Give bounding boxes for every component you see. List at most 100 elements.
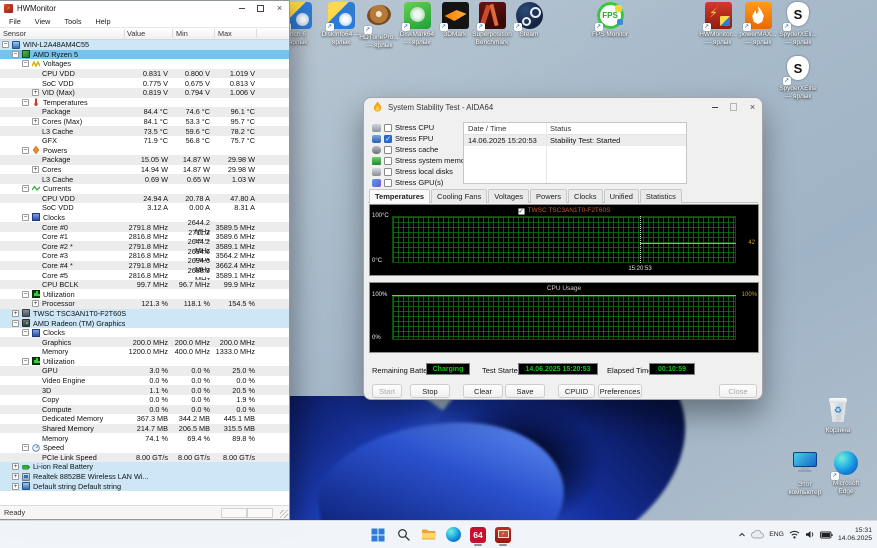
menu-item-view[interactable]: View <box>28 17 58 26</box>
expander-expanded-icon[interactable]: − <box>22 291 29 298</box>
sensor-row[interactable]: Package15.05 W14.87 W29.98 W <box>0 155 289 165</box>
device-row[interactable]: +TWSC TSC3AN1T0-F2T60S <box>0 309 289 319</box>
column-header-value[interactable]: Value <box>127 29 145 38</box>
sensor-row[interactable]: Package84.4 °C74.6 °C96.1 °C <box>0 107 289 117</box>
preferences-button[interactable]: Preferences <box>598 384 642 398</box>
tab-voltages[interactable]: Voltages <box>488 189 529 203</box>
tray-wifi-icon[interactable] <box>789 530 800 539</box>
tab-unified[interactable]: Unified <box>604 189 639 203</box>
tray-volume-icon[interactable] <box>805 530 815 539</box>
sensor-row[interactable]: PCIe Link Speed8.00 GT/s8.00 GT/s8.00 GT… <box>0 453 289 463</box>
tray-weather-cloud-icon[interactable] <box>751 530 764 539</box>
column-header-max[interactable]: Max <box>218 29 232 38</box>
sensor-row[interactable]: Memory74.1 %69.4 %89.8 % <box>0 433 289 443</box>
sensor-row[interactable]: SoC VDD0.775 V0.675 V0.813 V <box>0 78 289 88</box>
device-row[interactable]: −AMD Ryzen 5 <box>0 50 289 60</box>
sensor-row[interactable]: CPU BCLK99.7 MHz96.7 MHz99.9 MHz <box>0 280 289 290</box>
category-row[interactable]: −Speed <box>0 443 289 453</box>
sensor-row[interactable]: Core #02791.8 MHz2644.2 MHz3589.5 MHz <box>0 222 289 232</box>
expander-collapsed-icon[interactable]: + <box>12 483 19 490</box>
aida64-titlebar[interactable]: System Stability Test - AIDA64 × <box>364 98 762 116</box>
expander-collapsed-icon[interactable]: + <box>12 463 19 470</box>
expander-collapsed-icon[interactable]: + <box>12 310 19 317</box>
steam-shortcut[interactable]: ↗Steam <box>507 2 551 39</box>
sensor-row[interactable]: CPU VDD0.831 V0.800 V1.019 V <box>0 69 289 79</box>
edge-desktop[interactable]: ↗MicrosoftEdge <box>824 450 868 495</box>
maximize-button[interactable] <box>724 98 743 116</box>
category-row[interactable]: −Utilization <box>0 289 289 299</box>
save-button[interactable]: Save <box>505 384 545 398</box>
spyderx-shortcut[interactable]: S↗SpyderXEli...— ярлык <box>776 2 820 46</box>
device-row[interactable]: −WIN-L2A48AM4C55 <box>0 40 289 50</box>
taskbar-search-icon[interactable] <box>391 523 415 546</box>
device-row[interactable]: −AMD Radeon (TM) Graphics <box>0 318 289 328</box>
sensor-row[interactable]: +Cores (Max)84.1 °C53.3 °C95.7 °C <box>0 117 289 127</box>
category-row[interactable]: −Powers <box>0 146 289 156</box>
sensor-row[interactable]: L3 Cache73.5 °C59.6 °C78.2 °C <box>0 126 289 136</box>
column-header-min[interactable]: Min <box>176 29 188 38</box>
sensor-row[interactable]: +Cores14.94 W14.87 W29.98 W <box>0 165 289 175</box>
expander-expanded-icon[interactable]: − <box>22 444 29 451</box>
resize-grip[interactable] <box>280 510 288 518</box>
close-button[interactable]: × <box>743 98 762 116</box>
sensor-row[interactable]: L3 Cache0.69 W0.65 W1.03 W <box>0 174 289 184</box>
expander-collapsed-icon[interactable]: + <box>32 89 39 96</box>
menu-item-tools[interactable]: Tools <box>57 17 88 26</box>
hwmonitor-titlebar[interactable]: HWMonitor × <box>0 1 289 16</box>
expander-collapsed-icon[interactable]: + <box>32 300 39 307</box>
maximize-button[interactable] <box>251 1 270 16</box>
expander-collapsed-icon[interactable]: + <box>32 118 39 125</box>
hwmonitor-column-header[interactable]: SensorValueMinMax <box>0 27 289 40</box>
sensor-row[interactable]: 3D1.1 %0.0 %20.5 % <box>0 385 289 395</box>
stress-option[interactable]: Stress system memory <box>372 155 471 166</box>
tab-temperatures[interactable]: Temperatures <box>369 189 430 203</box>
expander-expanded-icon[interactable]: − <box>22 358 29 365</box>
clear-button[interactable]: Clear <box>463 384 503 398</box>
this-pc[interactable]: Этоткомпьютер <box>783 450 827 496</box>
tray-chevron-up-icon[interactable] <box>738 531 746 539</box>
test-log-table[interactable]: Date / Time Status 14.06.2025 15:20:53 S… <box>463 122 687 184</box>
expander-collapsed-icon[interactable]: + <box>12 473 19 480</box>
device-row[interactable]: +Li-ion Real Battery <box>0 462 289 472</box>
taskbar-start-icon[interactable] <box>366 523 390 546</box>
expander-expanded-icon[interactable]: − <box>12 51 19 58</box>
stress-option[interactable]: Stress GPU(s) <box>372 177 471 188</box>
category-row[interactable]: −Clocks <box>0 213 289 223</box>
expander-expanded-icon[interactable]: − <box>22 214 29 221</box>
sensor-row[interactable]: +Processor121.3 %118.1 %154.5 % <box>0 299 289 309</box>
tab-powers[interactable]: Powers <box>530 189 567 203</box>
sensor-row[interactable]: Video Engine0.0 %0.0 %0.0 % <box>0 376 289 386</box>
expander-expanded-icon[interactable]: − <box>12 320 19 327</box>
expander-expanded-icon[interactable]: − <box>22 60 29 67</box>
checkbox-unchecked[interactable] <box>384 124 392 132</box>
sensor-row[interactable]: Memory1200.0 MHz400.0 MHz1333.0 MHz <box>0 347 289 357</box>
sensor-row[interactable]: Core #12816.8 MHz2711.2 MHz3589.6 MHz <box>0 232 289 242</box>
spyderx-elite-shortcut[interactable]: S↗SpyderXElite— ярлык <box>776 56 820 100</box>
recycle-bin[interactable]: ♻Корзина <box>816 398 860 435</box>
tray-battery-icon[interactable] <box>820 531 833 539</box>
device-row[interactable]: +Realtek 8852BE Wireless LAN Wi... <box>0 472 289 482</box>
sensor-row[interactable]: GFX71.9 °C56.8 °C75.7 °C <box>0 136 289 146</box>
minimize-button[interactable] <box>232 1 251 16</box>
checkbox-unchecked[interactable] <box>384 179 392 187</box>
checkbox-unchecked[interactable] <box>384 157 392 165</box>
expander-expanded-icon[interactable]: − <box>2 41 9 48</box>
minimize-button[interactable] <box>705 98 724 116</box>
sensor-row[interactable]: Copy0.0 %0.0 %1.9 % <box>0 395 289 405</box>
checkbox-unchecked[interactable] <box>384 168 392 176</box>
sensor-row[interactable]: Dedicated Memory367.3 MB344.2 MB445.1 MB <box>0 414 289 424</box>
sensor-row[interactable]: Core #52816.8 MHz2688.9 MHz3589.1 MHz <box>0 270 289 280</box>
category-row[interactable]: −Voltages <box>0 59 289 69</box>
expander-collapsed-icon[interactable]: + <box>32 166 39 173</box>
stress-option[interactable]: ✓Stress FPU <box>372 133 471 144</box>
sensor-row[interactable]: Core #2 *2791.8 MHz2644.2 MHz3589.1 MHz <box>0 241 289 251</box>
taskbar-hwmonitor-icon[interactable] <box>491 523 515 546</box>
stop-button[interactable]: Stop <box>410 384 450 398</box>
sensor-row[interactable]: Graphics200.0 MHz200.0 MHz200.0 MHz <box>0 337 289 347</box>
legend-checkbox[interactable]: ✓ <box>518 208 525 215</box>
taskbar-explorer-icon[interactable] <box>416 523 440 546</box>
close-button[interactable]: Close <box>719 384 757 398</box>
language-indicator[interactable]: ENG <box>769 531 784 538</box>
tray-clock[interactable]: 15:3114.06.2025 <box>838 527 872 543</box>
sensor-row[interactable]: CPU VDD24.94 A20.78 A47.80 A <box>0 194 289 204</box>
